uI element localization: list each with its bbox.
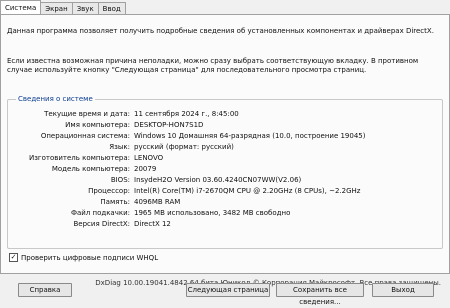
info-label: Операционная система:: [40, 132, 130, 140]
info-value: 4096MB RAM: [134, 198, 181, 206]
info-row-processor: Процессор: Intel(R) Core(TM) i7-2670QM C…: [8, 187, 442, 196]
info-label: Имя компьютера:: [65, 121, 130, 129]
system-info-group: Сведения о системе Текущие время и дата:…: [7, 95, 443, 249]
info-label: Версия DirectX:: [73, 220, 131, 228]
next-page-button[interactable]: Следующая страница: [186, 283, 270, 297]
info-label: Текущие время и дата:: [44, 110, 130, 118]
info-value: LENOVO: [134, 154, 164, 162]
tab-bar: Система Экран Звук Ввод: [0, 0, 126, 15]
info-value: DirectX 12: [134, 220, 171, 228]
info-value: 20079: [134, 165, 157, 173]
info-value: Windows 10 Домашняя 64-разрядная (10.0, …: [134, 132, 366, 140]
intro-hint-text: Если известна возможная причина неполадк…: [7, 57, 419, 74]
info-row-language: Язык: русский (формат: русский): [8, 143, 442, 152]
info-row-model: Модель компьютера: 20079: [8, 165, 442, 174]
whql-checkbox[interactable]: ✓: [9, 253, 18, 262]
info-value: 11 сентября 2024 г., 8:45:00: [134, 110, 239, 118]
info-label: Память:: [100, 198, 130, 206]
info-row-bios: BIOS: InsydeH2O Version 03.60.4240CN07WW…: [8, 176, 442, 185]
system-panel: Данная программа позволяет получить подр…: [0, 14, 450, 287]
help-button[interactable]: Справка: [18, 283, 72, 297]
info-label: Процессор:: [88, 187, 130, 195]
info-label: Модель компьютера:: [51, 165, 130, 173]
save-all-button[interactable]: Сохранить все сведения...: [276, 283, 364, 306]
info-label: Язык:: [109, 143, 130, 151]
info-row-computer-name: Имя компьютера: DESKTOP-HON7S1D: [8, 121, 442, 130]
info-value: DESKTOP-HON7S1D: [134, 121, 204, 129]
info-row-manufacturer: Изготовитель компьютера: LENOVO: [8, 154, 442, 163]
info-row-datetime: Текущие время и дата: 11 сентября 2024 г…: [8, 110, 442, 119]
whql-check-row[interactable]: ✓ Проверить цифровые подписи WHQL: [9, 253, 158, 262]
intro-text: Данная программа позволяет получить подр…: [7, 27, 434, 35]
group-title: Сведения о системе: [16, 95, 95, 103]
info-label: Файл подкачки:: [70, 209, 130, 217]
info-value: 1965 МВ использовано, 3482 МВ свободно: [134, 209, 291, 217]
tab-system[interactable]: Система: [0, 0, 42, 15]
info-row-os: Операционная система: Windows 10 Домашня…: [8, 132, 442, 141]
info-value: русский (формат: русский): [134, 143, 234, 151]
info-row-directx: Версия DirectX: DirectX 12: [8, 220, 442, 229]
info-label: Изготовитель компьютера:: [28, 154, 130, 162]
exit-button[interactable]: Выход: [372, 283, 434, 297]
info-label: BIOS:: [110, 176, 130, 184]
whql-label: Проверить цифровые подписи WHQL: [21, 253, 159, 262]
info-value: Intel(R) Core(TM) i7-2670QM CPU @ 2.20GH…: [134, 187, 361, 195]
info-row-memory: Память: 4096MB RAM: [8, 198, 442, 207]
info-row-pagefile: Файл подкачки: 1965 МВ использовано, 348…: [8, 209, 442, 218]
info-value: InsydeH2O Version 03.60.4240CN07WW(V2.06…: [134, 176, 302, 184]
